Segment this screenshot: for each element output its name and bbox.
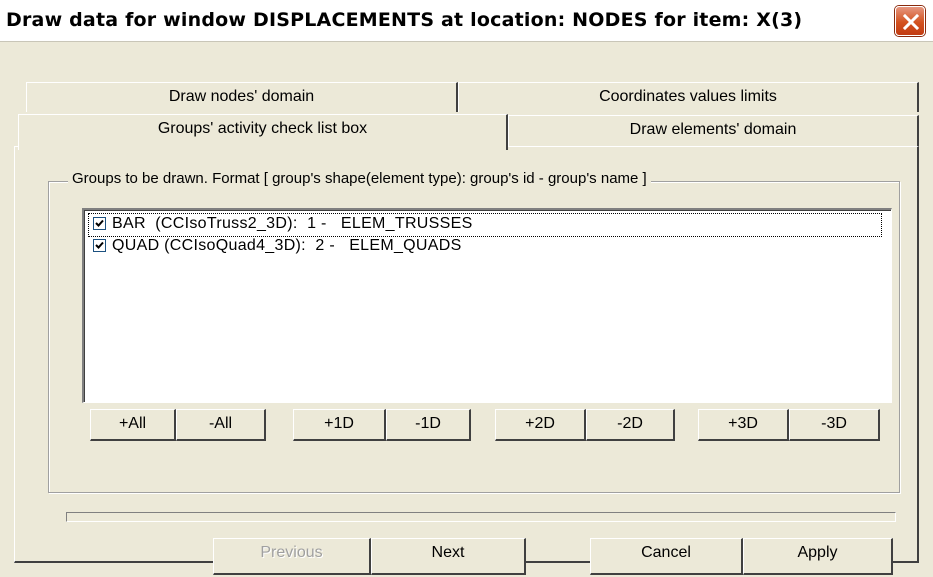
button-label: Previous [260, 544, 323, 561]
button-label: -1D [415, 415, 441, 432]
groups-legend: Groups to be drawn. Format [ group's sha… [68, 170, 651, 187]
button-label: +All [118, 415, 147, 432]
tab-draw-nodes-domain[interactable]: Draw nodes' domain [26, 82, 458, 112]
button-label: -3D [821, 415, 847, 432]
list-item-label: QUAD (CCIsoQuad4_3D): 2 - ELEM_QUADS [112, 237, 462, 254]
apply-button[interactable]: Apply [743, 538, 893, 575]
button-label: -All [208, 415, 233, 432]
checkbox[interactable] [93, 217, 106, 230]
button-label: Next [431, 544, 465, 561]
deselect-2d-button[interactable]: -2D [586, 409, 675, 441]
next-button[interactable]: Next [371, 538, 526, 575]
list-item[interactable]: BAR (CCIsoTruss2_3D): 1 - ELEM_TRUSSES [88, 213, 882, 237]
checkmark-icon [95, 241, 104, 249]
listbox-frame: BAR (CCIsoTruss2_3D): 1 - ELEM_TRUSSES Q… [84, 210, 891, 402]
list-item[interactable]: QUAD (CCIsoQuad4_3D): 2 - ELEM_QUADS [89, 236, 881, 258]
tab-groups-activity-check-list-box[interactable]: Groups' activity check list box [18, 114, 508, 150]
previous-button: Previous [213, 538, 371, 575]
tab-label: Coordinates values limits [599, 88, 777, 105]
close-icon [903, 14, 919, 30]
tab-label: Draw elements' domain [629, 121, 797, 138]
select-2d-button[interactable]: +2D [495, 409, 586, 441]
button-label: +1D [324, 415, 354, 432]
select-all-button[interactable]: +All [90, 409, 176, 441]
button-label: Apply [797, 544, 838, 561]
checkmark-icon [95, 219, 104, 227]
window-title: Draw data for window DISPLACEMENTS at lo… [6, 9, 803, 31]
button-label: +2D [525, 415, 555, 432]
title-bar: Draw data for window DISPLACEMENTS at lo… [0, 0, 933, 42]
progress-bar [66, 512, 896, 522]
deselect-1d-button[interactable]: -1D [386, 409, 471, 441]
deselect-3d-button[interactable]: -3D [789, 409, 880, 441]
button-label: Cancel [641, 544, 691, 561]
list-item-label: BAR (CCIsoTruss2_3D): 1 - ELEM_TRUSSES [112, 215, 473, 232]
deselect-all-button[interactable]: -All [176, 409, 266, 441]
close-button[interactable] [895, 6, 925, 36]
tab-draw-elements-domain[interactable]: Draw elements' domain [508, 115, 919, 146]
button-label: +3D [728, 415, 758, 432]
tab-label: Draw nodes' domain [168, 88, 315, 105]
checkbox[interactable] [93, 239, 106, 252]
select-3d-button[interactable]: +3D [698, 409, 789, 441]
dialog-body: Draw nodes' domain Coordinates values li… [8, 42, 925, 575]
select-1d-button[interactable]: +1D [293, 409, 386, 441]
groups-check-list-box[interactable]: BAR (CCIsoTruss2_3D): 1 - ELEM_TRUSSES Q… [82, 208, 892, 403]
tab-coordinates-values-limits[interactable]: Coordinates values limits [458, 82, 919, 112]
cancel-button[interactable]: Cancel [590, 538, 743, 575]
button-label: -2D [617, 415, 643, 432]
tab-label: Groups' activity check list box [157, 120, 368, 137]
